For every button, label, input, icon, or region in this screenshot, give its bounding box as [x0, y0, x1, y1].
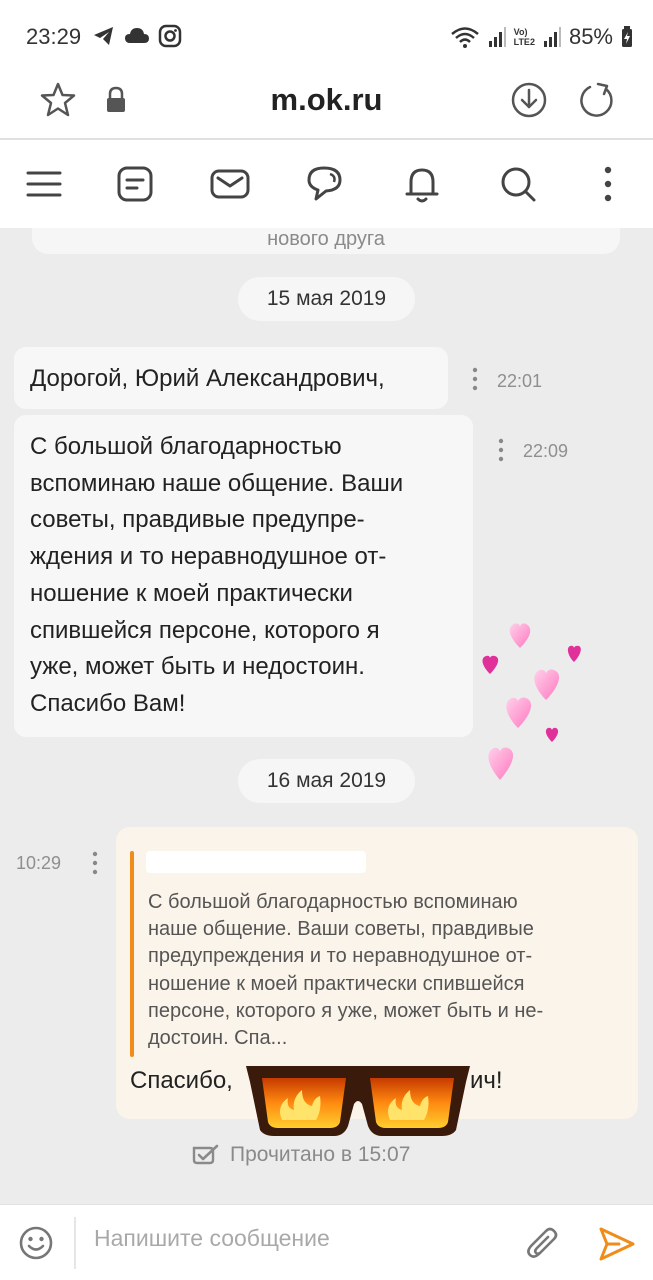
- quote-line: наше общение. Ваши советы, правдивые: [148, 918, 534, 941]
- message-time: 10:29: [16, 853, 62, 873]
- status-notification-icons: [92, 24, 182, 48]
- message-line: вспоминаю наше общение. Ваши: [30, 469, 404, 497]
- date-separator: 15 мая 2019: [238, 277, 415, 321]
- message-menu-icon[interactable]: [471, 367, 479, 391]
- message-menu-icon[interactable]: [497, 438, 505, 462]
- status-bar: 23:29 Vo) LTE2 85%: [0, 0, 653, 70]
- status-time: 23:29: [26, 24, 82, 49]
- status-system-icons: Vo) LTE2 85%: [450, 24, 633, 50]
- hearts-sticker: [482, 623, 581, 780]
- more-vertical-icon[interactable]: [586, 162, 630, 206]
- sunglasses-sticker: [246, 1066, 470, 1136]
- bell-icon[interactable]: [400, 162, 444, 206]
- quoted-message[interactable]: С большой благодарностью вспоминаю наше …: [148, 889, 624, 1052]
- volte-label-line2: LTE2: [513, 37, 535, 47]
- chat-icon[interactable]: [304, 162, 348, 206]
- previous-message-card: нового друга: [32, 228, 620, 254]
- cloud-icon: [125, 28, 149, 43]
- message-text: Дорогой, Юрий Александрович,: [30, 365, 385, 392]
- date-separator: 16 мая 2019: [238, 759, 415, 803]
- message-line: С большой благодарностью: [30, 433, 342, 460]
- quote-accent-bar: [130, 851, 134, 1057]
- telegram-icon: [94, 27, 113, 45]
- attach-icon[interactable]: [526, 1225, 560, 1263]
- battery-charging-icon: [622, 26, 632, 47]
- send-icon[interactable]: [597, 1225, 637, 1263]
- instagram-icon: [158, 24, 182, 48]
- emoji-icon[interactable]: [18, 1225, 54, 1261]
- previous-message-snippet: нового друга: [267, 228, 385, 250]
- reply-text-end: ич!: [470, 1067, 503, 1094]
- message-line: советы, правдивые предупре-: [30, 506, 365, 534]
- search-icon[interactable]: [496, 162, 540, 206]
- battery-percent: 85%: [568, 24, 613, 49]
- composer-divider: [74, 1217, 76, 1269]
- reload-icon[interactable]: [578, 80, 616, 120]
- site-nav-bar: [0, 140, 653, 228]
- read-check-icon: [192, 1144, 219, 1165]
- url-text[interactable]: m.ok.ru: [0, 82, 653, 118]
- message-line: Спасибо Вам!: [30, 689, 186, 717]
- reply-text-start: Спасибо,: [130, 1067, 233, 1094]
- wifi-icon: [450, 27, 479, 48]
- quote-line: достоин. Спа...: [148, 1027, 288, 1050]
- message-line: уже, может быть и недостоин.: [30, 653, 365, 681]
- message-menu-icon[interactable]: [91, 851, 99, 875]
- quote-line: ношение к моей практически спившейся: [148, 972, 525, 995]
- message-line: спившейся персоне, которого я: [30, 616, 380, 644]
- signal-2-icon: [543, 27, 561, 47]
- quote-line: предупреждения и то неравнодушное от-: [148, 945, 533, 968]
- read-status: Прочитано в 15:07: [190, 1142, 410, 1168]
- volte-label-line1: Vo): [513, 27, 528, 37]
- message-line: ждения и то неравнодушное от-: [30, 543, 387, 571]
- read-status-text: Прочитано в 15:07: [230, 1143, 411, 1166]
- message-time: 22:01: [497, 371, 543, 391]
- message-time: 22:09: [523, 441, 569, 461]
- download-icon[interactable]: [510, 80, 548, 120]
- quote-author-redacted: [146, 851, 366, 873]
- quote-line: С большой благодарностью вспоминаю: [148, 891, 518, 913]
- incoming-message[interactable]: Дорогой, Юрий Александрович,: [14, 347, 448, 409]
- signal-1-icon: [488, 27, 506, 47]
- volte-label: Vo) LTE2: [514, 27, 535, 47]
- feed-icon[interactable]: [113, 162, 157, 206]
- message-input[interactable]: [94, 1225, 494, 1252]
- incoming-message[interactable]: С большой благодарностью вспоминаю наше …: [14, 415, 473, 737]
- quote-line: персоне, которого я уже, может быть и не…: [148, 999, 544, 1022]
- browser-url-bar: m.ok.ru: [0, 70, 653, 140]
- menu-icon[interactable]: [22, 162, 66, 206]
- message-line: ношение к моей практически: [30, 579, 353, 607]
- mail-icon[interactable]: [208, 162, 252, 206]
- chat-thread[interactable]: нового друга 15 мая 2019 Дорогой, Юрий А…: [0, 228, 653, 1204]
- message-composer: [0, 1204, 653, 1280]
